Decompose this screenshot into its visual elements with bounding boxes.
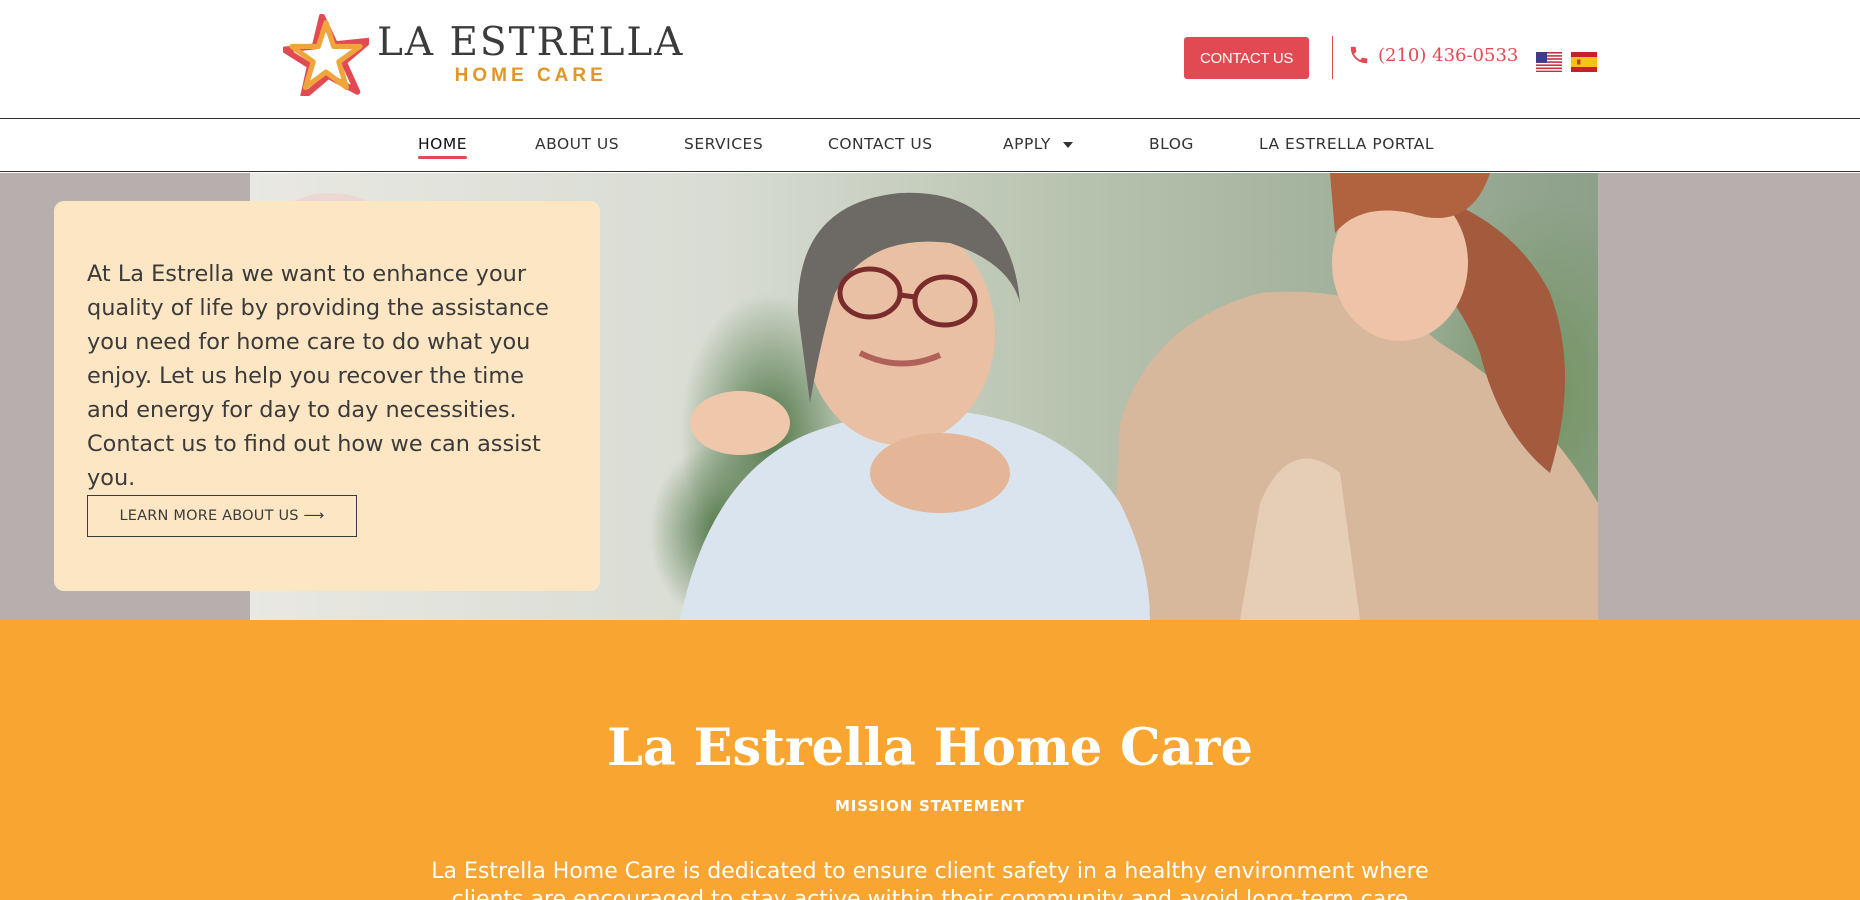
nav-contact-us[interactable]: CONTACT US [828,135,933,153]
phone-icon [1350,46,1368,64]
logo-title: LA ESTRELLA [377,20,685,65]
nav-services[interactable]: SERVICES [684,135,763,153]
mission-subtitle: MISSION STATEMENT [835,797,1025,815]
nav-portal[interactable]: LA ESTRELLA PORTAL [1259,135,1434,153]
flag-us-icon[interactable] [1536,52,1562,72]
hero-section: At La Estrella we want to enhance your q… [0,173,1860,620]
site-header: LA ESTRELLA HOME CARE CONTACT US (210) 4… [0,0,1860,119]
main-nav: HOME ABOUT US SERVICES CONTACT US APPLY … [0,120,1860,172]
mission-text: La Estrella Home Care is dedicated to en… [431,859,1429,900]
nav-blog[interactable]: BLOG [1149,135,1194,153]
hero-card: At La Estrella we want to enhance your q… [54,201,600,591]
learn-more-button[interactable]: LEARN MORE ABOUT US ⟶ [87,495,357,537]
caret-down-icon [1062,141,1073,148]
logo-tagline: HOME CARE [454,65,607,86]
header-contact-button[interactable]: CONTACT US [1184,37,1309,79]
flag-es-icon[interactable] [1571,52,1597,72]
site-logo[interactable]: LA ESTRELLA HOME CARE [283,14,684,96]
nav-apply[interactable]: APPLY [1003,135,1073,153]
mission-title: La Estrella Home Care [607,718,1253,778]
hero-intro-text: At La Estrella we want to enhance your q… [87,261,549,491]
nav-home[interactable]: HOME [418,135,468,159]
phone-number: (210) 436-0533 [1378,44,1519,66]
nav-apply-label: APPLY [1003,135,1051,153]
phone-link[interactable]: (210) 436-0533 [1348,44,1518,66]
header-divider [1332,36,1333,79]
mission-section: La Estrella Home Care MISSION STATEMENT … [0,620,1860,900]
star-logo-icon [283,14,369,96]
nav-about-us[interactable]: ABOUT US [535,135,619,153]
